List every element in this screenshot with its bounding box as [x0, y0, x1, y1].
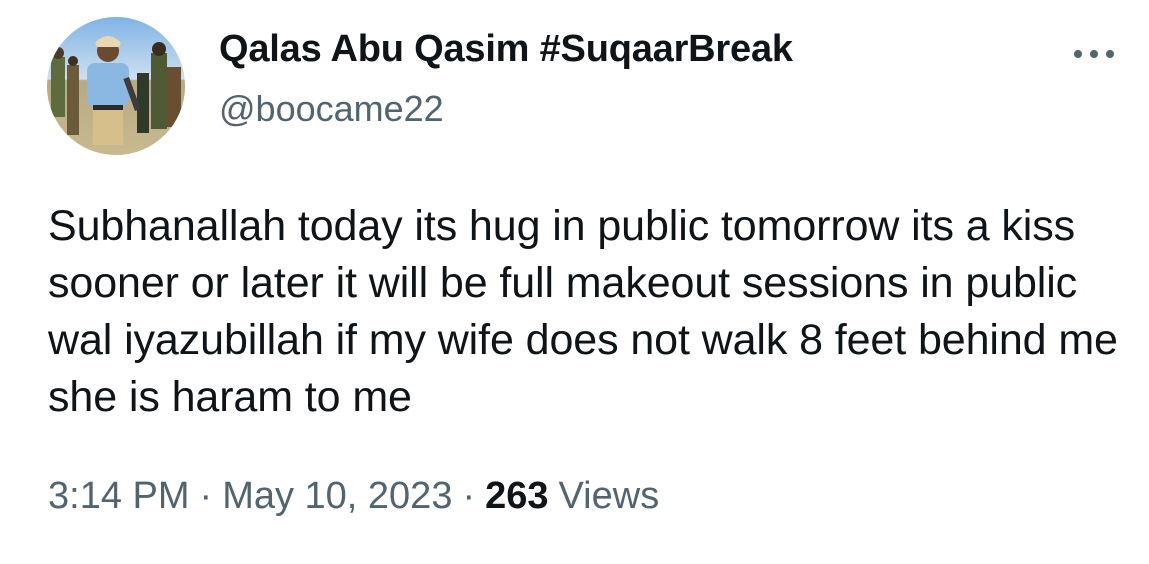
more-options-button[interactable]	[1066, 36, 1122, 72]
author-handle[interactable]: @boocame22	[219, 88, 444, 130]
ellipsis-horizontal-icon	[1074, 50, 1114, 58]
author-display-name[interactable]: Qalas Abu Qasim #SuqaarBreak	[219, 28, 793, 71]
avatar-photo	[47, 17, 185, 155]
meta-separator: ·	[199, 475, 213, 517]
tweet-meta: 3:14 PM · May 10, 2023 · 263 Views	[48, 475, 659, 518]
tweet-date[interactable]: May 10, 2023	[222, 475, 452, 517]
tweet-time[interactable]: 3:14 PM	[48, 475, 190, 517]
tweet-card: Qalas Abu Qasim #SuqaarBreak @boocame22 …	[0, 0, 1149, 564]
tweet-text: Subhanallah today its hug in public tomo…	[48, 202, 1118, 421]
avatar[interactable]	[47, 17, 185, 155]
views-count: 263	[485, 475, 549, 517]
meta-separator: ·	[462, 475, 476, 517]
views-label: Views	[558, 475, 660, 517]
